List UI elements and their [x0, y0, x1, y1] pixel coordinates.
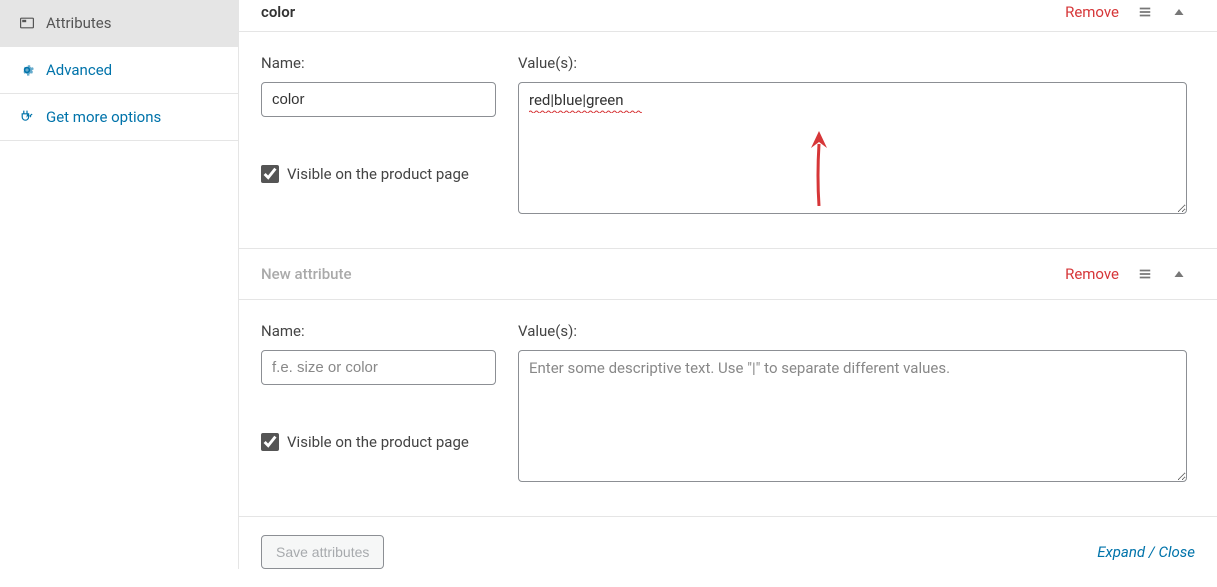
sidebar-item-attributes[interactable]: Attributes: [0, 0, 238, 47]
attribute-panel: New attribute Remove Name:: [239, 249, 1217, 517]
separator: /: [1145, 543, 1158, 561]
remove-button[interactable]: Remove: [1065, 3, 1119, 21]
save-attributes-button[interactable]: Save attributes: [261, 535, 384, 569]
visible-checkbox[interactable]: [261, 165, 279, 183]
sidebar-item-label: Attributes: [46, 14, 112, 32]
main-content: color Remove Name: Vis: [239, 0, 1217, 569]
sidebar-item-get-more-options[interactable]: Get more options: [0, 94, 238, 141]
attribute-panel: color Remove Name: Vis: [239, 0, 1217, 249]
close-link[interactable]: Close: [1158, 543, 1195, 561]
attributes-icon: [18, 14, 36, 32]
collapse-icon[interactable]: [1171, 266, 1187, 282]
name-input[interactable]: [261, 82, 496, 117]
drag-icon[interactable]: [1137, 266, 1153, 282]
sidebar: Attributes Advanced Get more options: [0, 0, 239, 569]
values-label: Value(s):: [518, 322, 1187, 340]
values-textarea[interactable]: [518, 350, 1187, 482]
panel-footer: Save attributes Expand / Close: [239, 517, 1217, 587]
panel-title: color: [261, 3, 295, 21]
visible-label[interactable]: Visible on the product page: [287, 433, 469, 451]
values-label: Value(s):: [518, 54, 1187, 72]
panel-title: New attribute: [261, 265, 352, 283]
collapse-icon[interactable]: [1171, 4, 1187, 20]
drag-icon[interactable]: [1137, 4, 1153, 20]
expand-link[interactable]: Expand: [1097, 543, 1145, 561]
sidebar-item-label: Advanced: [46, 61, 112, 79]
panel-header: New attribute Remove: [239, 249, 1217, 300]
gear-icon: [18, 61, 36, 79]
plugin-icon: [18, 108, 36, 126]
remove-button[interactable]: Remove: [1065, 265, 1119, 283]
visible-checkbox[interactable]: [261, 433, 279, 451]
sidebar-item-label: Get more options: [46, 108, 161, 126]
name-label: Name:: [261, 54, 496, 72]
values-textarea[interactable]: red|blue|green: [518, 82, 1187, 214]
sidebar-item-advanced[interactable]: Advanced: [0, 47, 238, 94]
name-input[interactable]: [261, 350, 496, 385]
name-label: Name:: [261, 322, 496, 340]
panel-header: color Remove: [239, 0, 1217, 32]
visible-label[interactable]: Visible on the product page: [287, 165, 469, 183]
footer-links: Expand / Close: [1097, 543, 1195, 561]
